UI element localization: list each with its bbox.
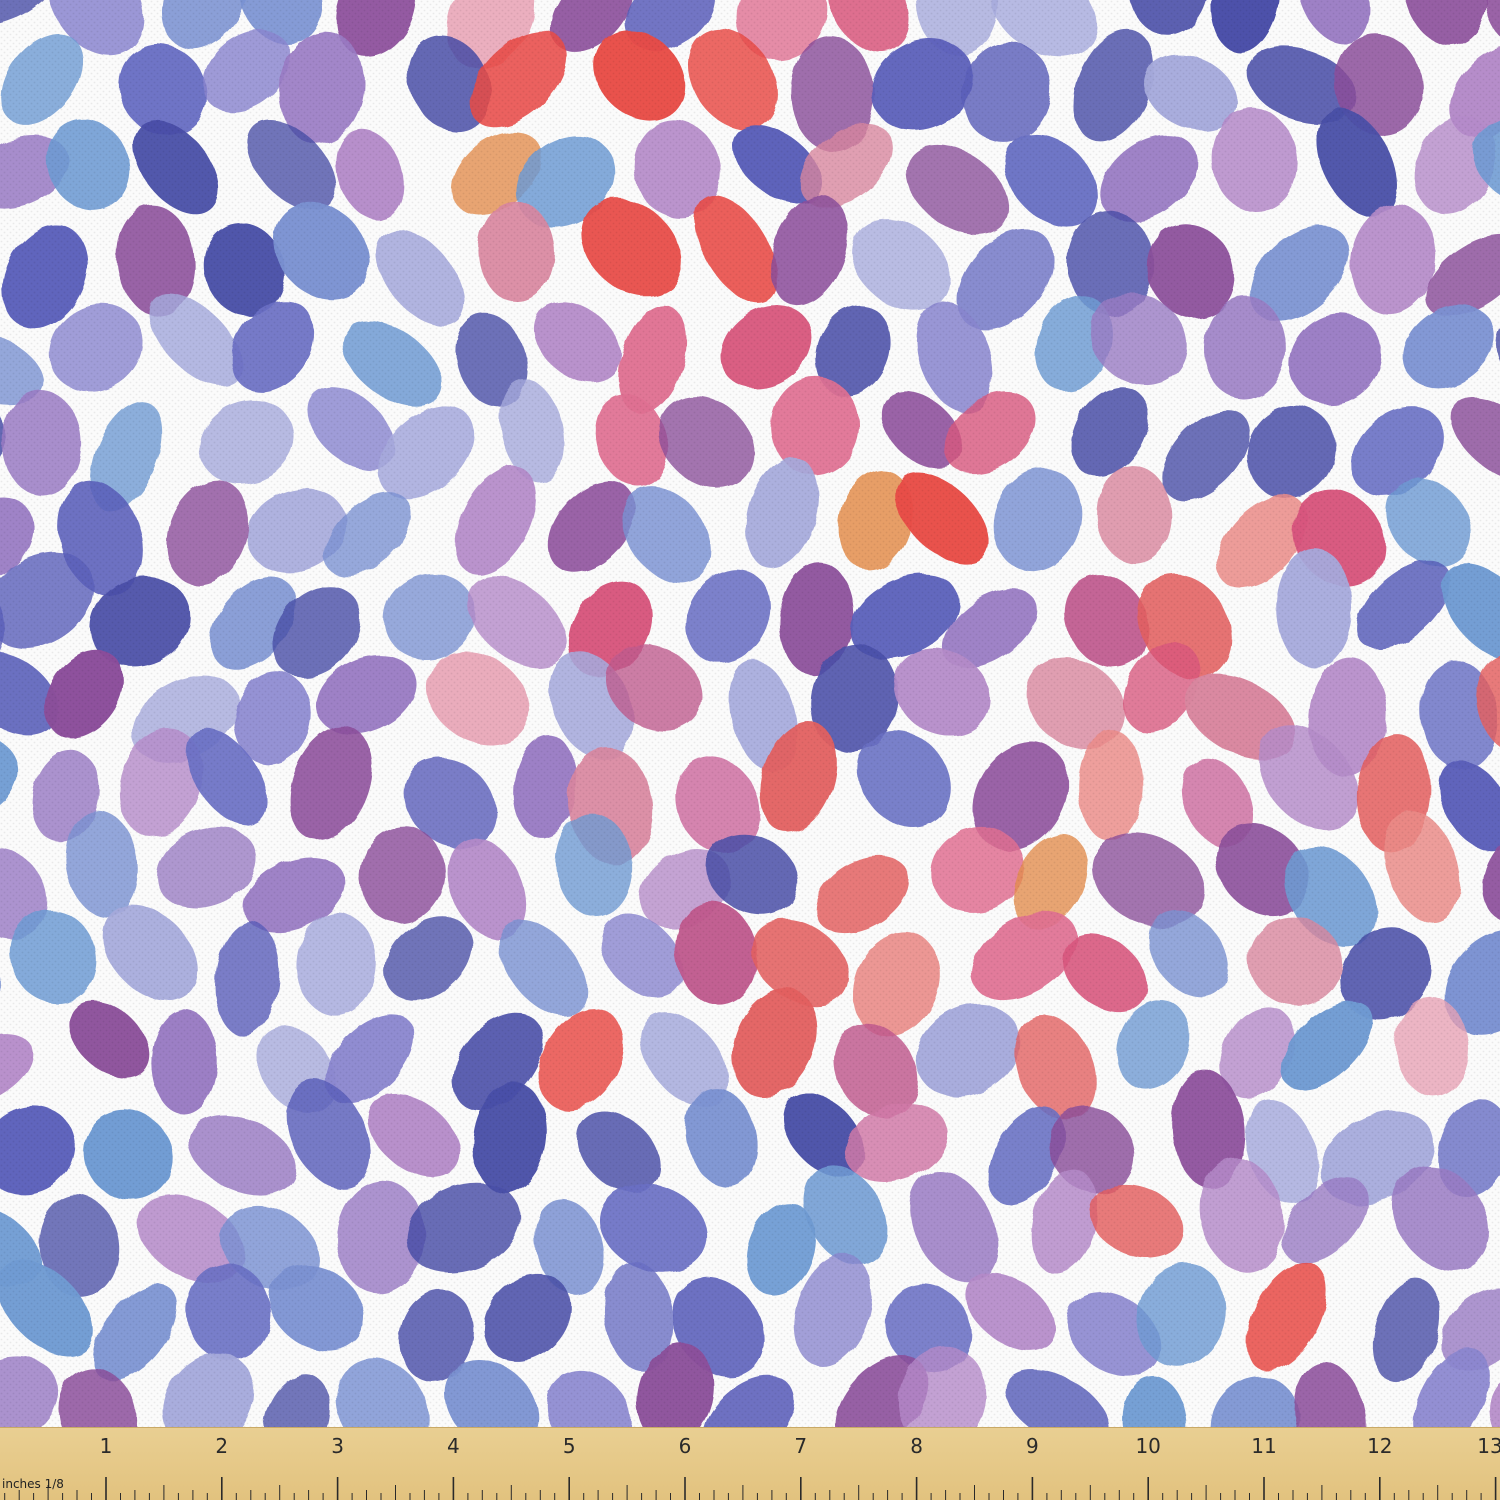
ruler-number: 1	[99, 1434, 113, 1458]
canvas-weave-texture	[0, 0, 1500, 1500]
ruler-number: 11	[1251, 1434, 1277, 1458]
ruler-number: 7	[794, 1434, 808, 1458]
ruler-number: 2	[215, 1434, 229, 1458]
measuring-ruler: 12345678910111213 inches 1/8	[0, 1427, 1500, 1500]
ruler-number: 3	[331, 1434, 344, 1458]
ruler-number: 4	[447, 1434, 460, 1458]
ruler-unit-label: inches 1/8	[2, 1477, 64, 1491]
ruler-number: 13	[1477, 1434, 1500, 1458]
ruler-number: 8	[910, 1434, 923, 1458]
fabric-swatch-scene: 12345678910111213 inches 1/8	[0, 0, 1500, 1500]
ruler-number: 6	[678, 1434, 692, 1458]
watercolor-petal-pattern	[0, 0, 1500, 1500]
ruler-number: 12	[1367, 1434, 1393, 1458]
ruler-number: 10	[1135, 1434, 1161, 1458]
ruler-number: 9	[1026, 1434, 1039, 1458]
ruler-number: 5	[562, 1434, 576, 1458]
